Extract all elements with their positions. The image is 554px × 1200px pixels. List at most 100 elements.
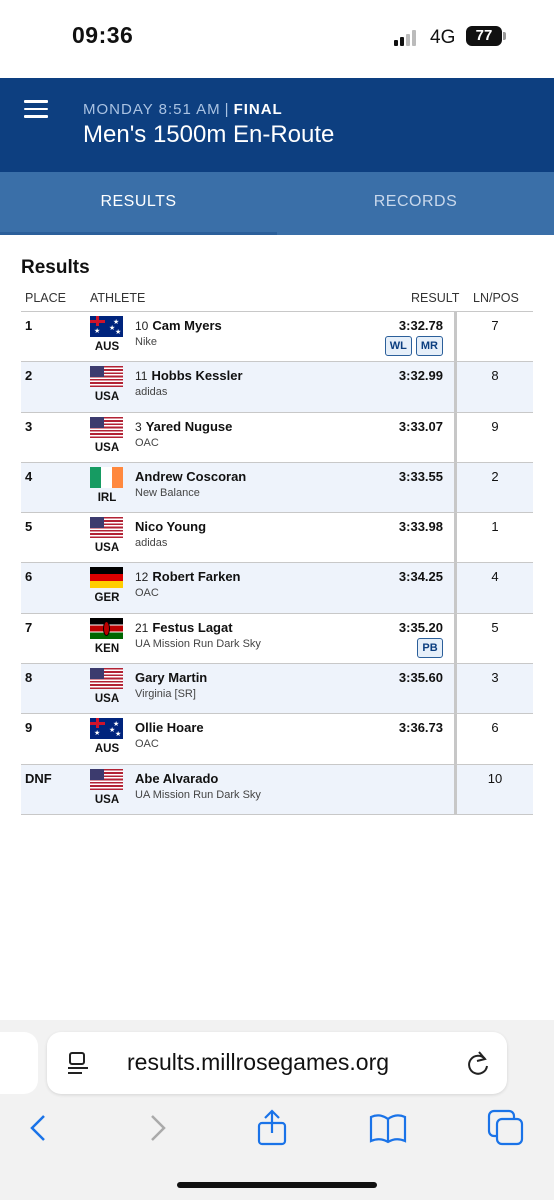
table-row[interactable]: 1 ★ ★ ★ ★ AUS 10 Cam Myers Nike 3:32.78 WL MR 7 <box>21 312 533 363</box>
row-athlete[interactable]: 10 Cam Myers <box>135 318 222 333</box>
aus-flag-icon: ★ ★ ★ ★ <box>90 316 123 337</box>
row-athlete[interactable]: Ollie Hoare <box>135 720 204 735</box>
table-row[interactable]: 8 USA Gary Martin Virginia [SR] 3:35.60 3 <box>21 664 533 715</box>
row-athlete-name[interactable]: Ollie Hoare <box>135 720 204 735</box>
tab-results[interactable]: RESULTS <box>0 172 277 235</box>
forward-icon[interactable] <box>136 1108 176 1148</box>
row-place: 3 <box>25 418 33 434</box>
browser-toolbar: results.millrosegames.org <box>0 1020 554 1200</box>
row-badges: WL MR <box>384 336 443 356</box>
results-table-header: PLACE ATHLETE RESULT LN/POS <box>21 287 533 312</box>
row-country-code: USA <box>94 693 120 706</box>
row-place: 6 <box>25 569 33 585</box>
irl-flag-icon <box>90 466 123 488</box>
row-bib: 21 <box>135 620 149 635</box>
row-lnpos: 9 <box>491 418 499 434</box>
row-team: UA Mission Run Dark Sky <box>135 788 261 801</box>
row-athlete-name[interactable]: Festus Lagat <box>152 620 232 635</box>
usa-flag-icon <box>90 416 123 438</box>
row-team: New Balance <box>135 486 200 499</box>
battery-tip <box>503 32 506 40</box>
row-athlete-name[interactable]: Cam Myers <box>152 318 221 333</box>
record-badge: WL <box>384 336 412 356</box>
row-lnpos: 7 <box>491 318 499 333</box>
table-row[interactable]: 2 USA 11 Hobbs Kessler adidas 3:32.99 8 <box>21 362 533 413</box>
column-header-place: PLACE <box>25 291 66 305</box>
row-team: UA Mission Run Dark Sky <box>135 637 261 650</box>
row-result: 3:32.99 <box>398 368 443 384</box>
table-row[interactable]: DNF USA Abe Alvarado UA Mission Run Dark Sk… <box>21 764 533 815</box>
ger-flag-icon <box>90 567 123 589</box>
record-badge: PB <box>417 637 443 658</box>
row-team: Virginia [SR] <box>135 688 196 701</box>
hamburger-menu-icon[interactable] <box>24 100 48 118</box>
row-bib: 10 <box>135 319 149 333</box>
network-type: 4G <box>430 27 456 48</box>
tabs-icon[interactable] <box>486 1108 526 1148</box>
row-result: 3:32.78 <box>398 318 443 333</box>
row-country-code: USA <box>94 391 120 404</box>
results-table-body: 1 ★ ★ ★ ★ AUS 10 Cam Myers Nike 3:32.78 WL MR 7 2 USA 1… <box>21 312 533 815</box>
row-athlete[interactable]: 3 Yared Nuguse <box>135 419 232 434</box>
table-row[interactable]: 7 KEN 21 Festus Lagat UA Mission Run Dark Sk… <box>21 613 533 665</box>
row-place: 1 <box>25 318 33 333</box>
results-heading: Results <box>21 257 90 278</box>
row-athlete-name[interactable]: Abe Alvarado <box>135 771 218 786</box>
row-athlete-name[interactable]: Hobbs Kessler <box>151 368 242 383</box>
row-country-code: USA <box>94 441 120 454</box>
row-athlete[interactable]: 21 Festus Lagat <box>135 620 233 635</box>
url-text[interactable]: results.millrosegames.org <box>127 1049 389 1076</box>
row-athlete[interactable]: 11 Hobbs Kessler <box>135 368 243 383</box>
row-athlete[interactable]: Andrew Coscoran <box>135 469 246 484</box>
row-result: 3:35.20 <box>398 619 443 635</box>
column-header-athlete: ATHLETE <box>90 291 146 305</box>
row-athlete[interactable]: 12 Robert Farken <box>135 569 241 584</box>
row-lnpos: 2 <box>491 468 499 484</box>
row-badges: PB <box>417 637 443 658</box>
row-lnpos: 4 <box>491 569 499 585</box>
status-time: 09:36 <box>72 22 134 48</box>
page-menu-icon[interactable] <box>67 1051 89 1075</box>
column-header-lnpos: LN/POS <box>473 291 519 305</box>
previous-tab-peek[interactable] <box>0 1032 38 1094</box>
back-icon[interactable] <box>20 1108 60 1148</box>
table-row[interactable]: 9 ★ ★ ★ ★ AUS Ollie Hoare OAC 3:36.73 6 <box>21 714 533 765</box>
row-place: 5 <box>25 519 33 535</box>
event-status: FINAL <box>233 101 283 118</box>
row-athlete-name[interactable]: Robert Farken <box>152 569 240 584</box>
row-athlete[interactable]: Nico Young <box>135 519 206 534</box>
reload-icon[interactable] <box>465 1049 491 1077</box>
row-result: 3:35.60 <box>398 670 443 686</box>
table-row[interactable]: 3 USA 3 Yared Nuguse OAC 3:33.07 9 <box>21 412 533 463</box>
row-athlete-name[interactable]: Nico Young <box>135 519 206 534</box>
ken-flag-icon <box>90 617 123 639</box>
row-team: OAC <box>135 738 159 751</box>
row-place: DNF <box>25 770 52 786</box>
address-bar[interactable]: results.millrosegames.org <box>47 1032 507 1094</box>
tab-records[interactable]: RECORDS <box>277 172 554 235</box>
row-athlete-name[interactable]: Andrew Coscoran <box>135 469 246 484</box>
bookmarks-icon[interactable] <box>368 1108 408 1148</box>
app-header: MONDAY 8:51 AM | FINAL Men's 1500m En-Rout… <box>0 78 554 172</box>
row-lnpos: 3 <box>491 670 499 686</box>
row-place: 7 <box>25 619 33 635</box>
row-athlete-name[interactable]: Yared Nuguse <box>146 419 233 434</box>
share-icon[interactable] <box>252 1108 292 1148</box>
row-place: 9 <box>25 720 33 736</box>
row-country-code: AUS <box>94 341 120 353</box>
record-badge: MR <box>415 336 443 356</box>
row-result: 3:33.07 <box>398 418 443 434</box>
usa-flag-icon <box>90 768 123 790</box>
row-result: 3:33.55 <box>398 468 443 484</box>
column-header-result: RESULT <box>411 291 460 305</box>
row-athlete[interactable]: Abe Alvarado <box>135 771 218 786</box>
row-athlete-name[interactable]: Gary Martin <box>135 670 207 685</box>
row-country-code: USA <box>94 542 120 555</box>
battery-icon: 77 <box>466 26 502 46</box>
table-row[interactable]: 6 GER 12 Robert Farken OAC 3:34.25 4 <box>21 563 533 614</box>
table-row[interactable]: 5 USA Nico Young adidas 3:33.98 1 <box>21 513 533 564</box>
row-result: 3:34.25 <box>398 569 443 585</box>
row-athlete[interactable]: Gary Martin <box>135 670 207 685</box>
table-row[interactable]: 4 IRL Andrew Coscoran New Balance 3:33.55 2 <box>21 462 533 514</box>
row-place: 2 <box>25 368 33 384</box>
